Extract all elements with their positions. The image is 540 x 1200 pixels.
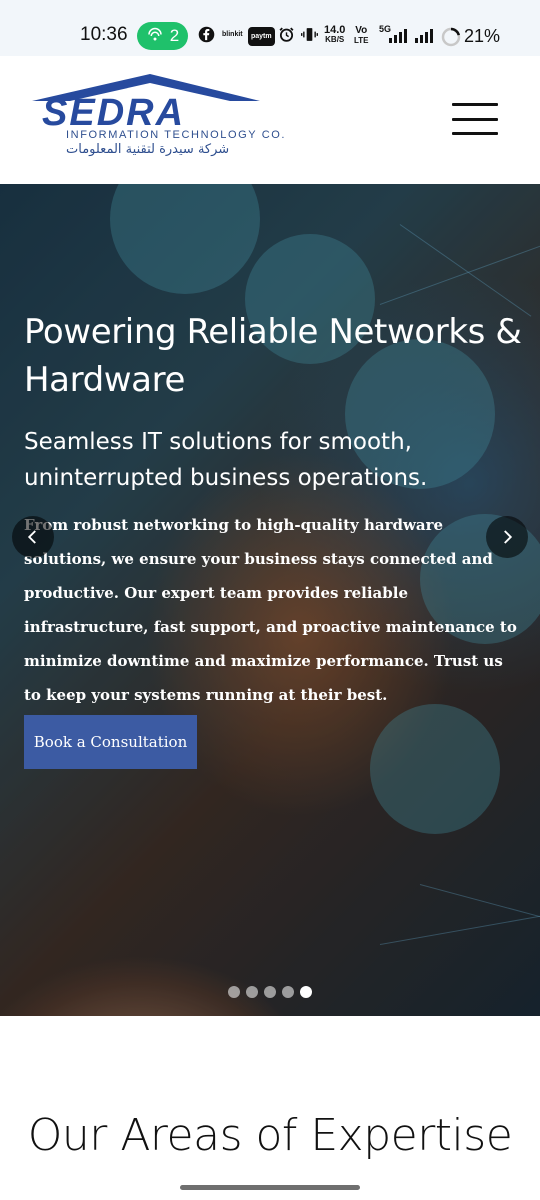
logo-subtitle: INFORMATION TECHNOLOGY CO. <box>66 129 287 141</box>
slider-dot[interactable] <box>264 986 276 998</box>
hotspot-indicator[interactable]: 2 <box>137 22 188 50</box>
status-bar: 10:36 2 blinkit paytm 14.0 KB/S Vo LTE 5… <box>0 0 540 56</box>
section-title: Our Areas of Expertise <box>27 1110 513 1161</box>
battery-percent: 21% <box>464 26 501 46</box>
slider-dots <box>228 986 312 998</box>
book-consultation-button[interactable]: Book a Consultation <box>24 715 197 769</box>
hotspot-icon <box>148 27 162 41</box>
slider-dot[interactable] <box>228 986 240 998</box>
slider-next-button[interactable] <box>486 516 528 558</box>
home-indicator[interactable] <box>180 1185 360 1190</box>
menu-icon[interactable] <box>452 103 498 135</box>
slider-prev-button[interactable] <box>12 516 54 558</box>
alarm-icon <box>278 26 295 43</box>
chevron-left-icon <box>27 530 36 544</box>
chevron-right-icon <box>504 530 513 544</box>
slider-dot[interactable] <box>300 986 312 998</box>
facebook-icon <box>198 26 215 43</box>
hero-description: From robust networking to high-quality h… <box>24 516 517 704</box>
hero-title: Powering Reliable Networks & Hardware <box>24 312 522 400</box>
signal-icon-sim2 <box>415 29 433 43</box>
slider-dot[interactable] <box>282 986 294 998</box>
volte-indicator: Vo LTE <box>354 25 369 46</box>
battery-icon <box>441 27 461 47</box>
slider-dot[interactable] <box>246 986 258 998</box>
blinkit-icon: blinkit <box>222 31 243 38</box>
hero-subtitle: Seamless IT solutions for smooth, uninte… <box>24 429 428 491</box>
signal-icon <box>389 29 407 43</box>
logo-arabic: شركة سيدرة لتقنية المعلومات <box>66 142 230 157</box>
vibrate-icon <box>301 26 318 43</box>
network-speed: 14.0 KB/S <box>324 24 346 45</box>
paytm-icon: paytm <box>248 27 275 46</box>
hero-slider: Powering Reliable Networks & Hardware Se… <box>0 184 540 1016</box>
hotspot-count: 2 <box>169 26 180 45</box>
status-time: 10:36 <box>80 24 128 45</box>
